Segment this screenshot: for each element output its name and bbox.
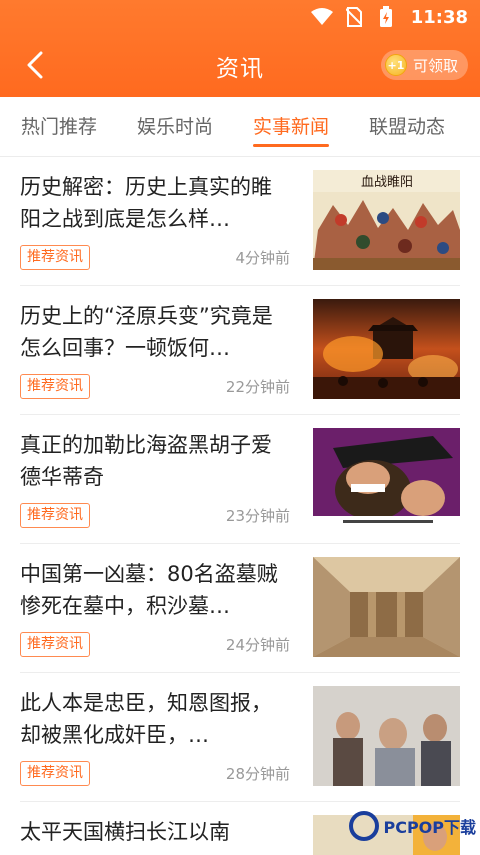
article-time: 4分钟前 <box>235 249 290 267</box>
article-item[interactable]: 真正的加勒比海盗黑胡子爱德华蒂奇 推荐资讯 23分钟前 <box>20 415 460 544</box>
article-title: 真正的加勒比海盗黑胡子爱德华蒂奇 <box>20 433 272 489</box>
article-thumbnail <box>313 557 460 657</box>
claim-reward-button[interactable]: +1 可领取 <box>380 50 468 80</box>
article-title: 此人本是忠臣，知恩图报，却被黑化成奸臣，… <box>20 691 272 747</box>
wifi-icon <box>310 6 333 28</box>
no-sim-icon <box>343 6 365 28</box>
tab-hot[interactable]: 热门推荐 <box>0 97 97 156</box>
battery-charging-icon <box>375 6 397 28</box>
article-time: 24分钟前 <box>225 636 290 654</box>
watermark-text: PCPOP下载 <box>383 818 476 837</box>
article-thumbnail <box>313 428 460 528</box>
article-title: 太平天国横扫长江以南 <box>20 820 230 844</box>
article-tag: 推荐资讯 <box>20 245 90 270</box>
article-time: 22分钟前 <box>225 378 290 396</box>
article-list: 历史解密：历史上真实的睢阳之战到底是怎么样… 推荐资讯 4分钟前 血战睢阳 历史… <box>0 157 480 855</box>
article-tag: 推荐资讯 <box>20 374 90 399</box>
article-thumbnail <box>313 299 460 399</box>
app-header: 11:38 资讯 +1 可领取 <box>0 0 480 97</box>
article-item[interactable]: 历史上的“泾原兵变”究竟是怎么回事？一顿饭何… 推荐资讯 22分钟前 <box>20 286 460 415</box>
article-title: 历史解密：历史上真实的睢阳之战到底是怎么样… <box>20 175 272 231</box>
article-thumbnail: 血战睢阳 <box>313 170 460 270</box>
thumb-caption: 血战睢阳 <box>361 175 413 190</box>
chevron-left-icon <box>27 51 43 79</box>
tab-alliance[interactable]: 联盟动态 <box>348 97 445 156</box>
article-thumbnail <box>313 686 460 786</box>
category-tabs: 热门推荐 娱乐时尚 实事新闻 联盟动态 <box>0 97 480 157</box>
coin-icon: +1 <box>384 54 407 76</box>
article-tag: 推荐资讯 <box>20 761 90 786</box>
back-button[interactable] <box>16 46 54 84</box>
article-tag: 推荐资讯 <box>20 503 90 528</box>
status-bar: 11:38 <box>0 0 480 34</box>
article-time: 23分钟前 <box>225 507 290 525</box>
article-title: 历史上的“泾原兵变”究竟是怎么回事？一顿饭何… <box>20 304 273 360</box>
tab-news[interactable]: 实事新闻 <box>232 97 330 156</box>
clock: 11:38 <box>410 6 468 28</box>
article-item[interactable]: 此人本是忠臣，知恩图报，却被黑化成奸臣，… 推荐资讯 28分钟前 <box>20 673 460 802</box>
pcpop-logo-icon <box>349 811 380 841</box>
article-item[interactable]: 中国第一凶墓：80名盗墓贼惨死在墓中，积沙墓… 推荐资讯 24分钟前 <box>20 544 460 673</box>
title-bar: 资讯 +1 可领取 <box>0 34 480 97</box>
article-time: 28分钟前 <box>225 765 290 783</box>
claim-label: 可领取 <box>412 56 458 75</box>
page-title: 资讯 <box>216 55 264 82</box>
article-title: 中国第一凶墓：80名盗墓贼惨死在墓中，积沙墓… <box>20 562 278 618</box>
article-tag: 推荐资讯 <box>20 632 90 657</box>
watermark-logo: PCPOP下载 <box>349 811 476 841</box>
article-item[interactable]: 历史解密：历史上真实的睢阳之战到底是怎么样… 推荐资讯 4分钟前 血战睢阳 <box>20 157 460 286</box>
tab-entertainment[interactable]: 娱乐时尚 <box>116 97 213 156</box>
